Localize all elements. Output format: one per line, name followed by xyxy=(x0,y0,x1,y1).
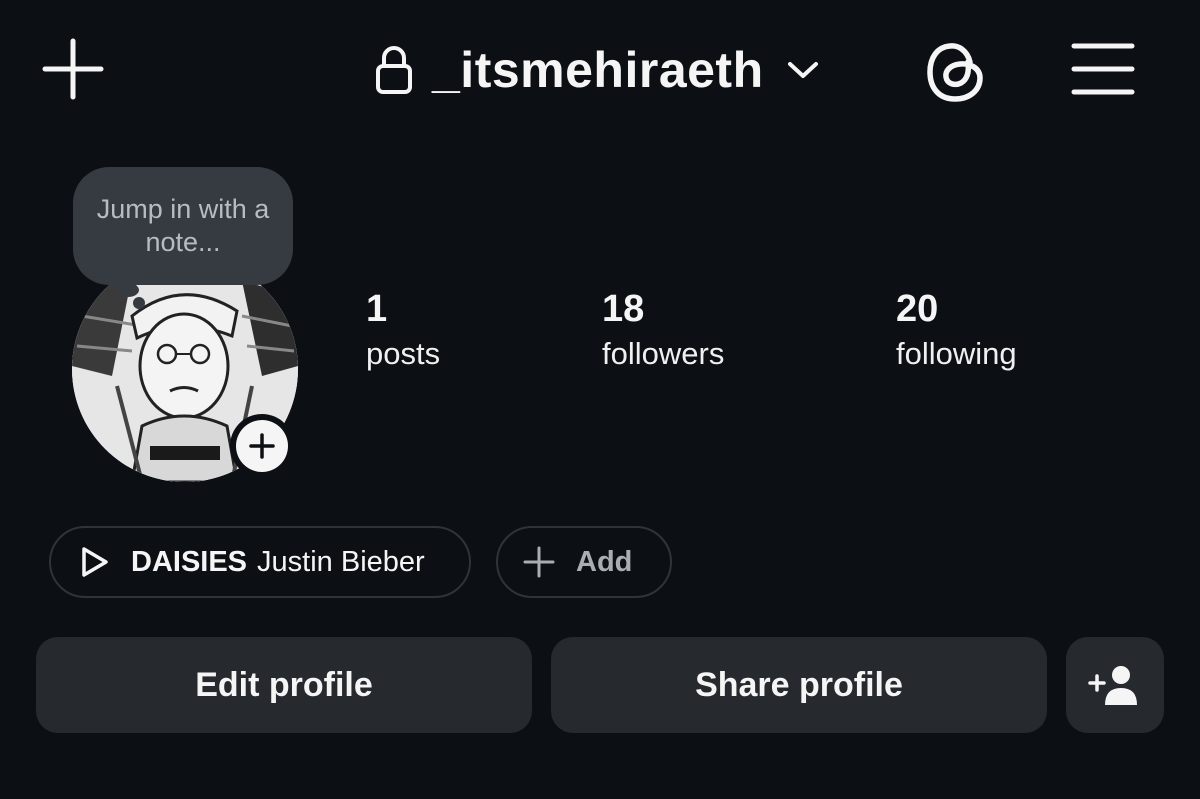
posts-count[interactable]: 1 posts xyxy=(366,286,440,376)
discover-people-button[interactable] xyxy=(1066,637,1164,733)
music-song-title: DAISIES xyxy=(131,545,248,578)
stat-label: posts xyxy=(366,336,441,371)
note-bubble[interactable]: Jump in with a note... xyxy=(73,167,293,285)
profile-page: _itsmehiraeth Jump in with a note... 1 p… xyxy=(0,0,1200,799)
plus-icon xyxy=(42,38,104,100)
stat-label: following xyxy=(896,336,1017,371)
menu-button[interactable] xyxy=(1066,38,1140,100)
lock-icon xyxy=(376,46,412,94)
add-label: Add xyxy=(576,545,633,578)
music-artist: Justin Bieber xyxy=(257,545,425,578)
threads-button[interactable] xyxy=(920,36,992,108)
add-person-icon xyxy=(1088,666,1137,705)
play-icon xyxy=(82,547,108,577)
note-tail xyxy=(117,283,139,297)
plus-icon xyxy=(249,433,275,459)
note-tail-dot xyxy=(133,297,145,309)
stat-value: 18 xyxy=(602,288,645,330)
account-switcher[interactable]: _itsmehiraeth xyxy=(374,38,820,102)
stat-value: 20 xyxy=(896,288,939,330)
add-highlight-pill[interactable]: Add xyxy=(496,526,672,598)
share-profile-button[interactable]: Share profile xyxy=(551,637,1047,733)
create-button[interactable] xyxy=(38,36,108,102)
profile-username: _itsmehiraeth xyxy=(432,42,764,98)
stat-value: 1 xyxy=(366,288,388,330)
note-placeholder: Jump in with a note... xyxy=(96,194,270,257)
following-count[interactable]: 20 following xyxy=(896,286,1017,376)
add-story-badge xyxy=(236,420,288,472)
chevron-down-icon xyxy=(787,62,818,78)
hamburger-menu-icon xyxy=(1071,43,1135,95)
add-story-button[interactable] xyxy=(230,414,294,478)
edit-profile-button[interactable]: Edit profile xyxy=(36,637,532,733)
profile-music-pill[interactable]: DAISIES Justin Bieber xyxy=(49,526,471,598)
followers-count[interactable]: 18 followers xyxy=(602,286,724,376)
threads-icon xyxy=(927,43,983,102)
plus-icon xyxy=(523,546,555,578)
stat-label: followers xyxy=(602,336,725,371)
